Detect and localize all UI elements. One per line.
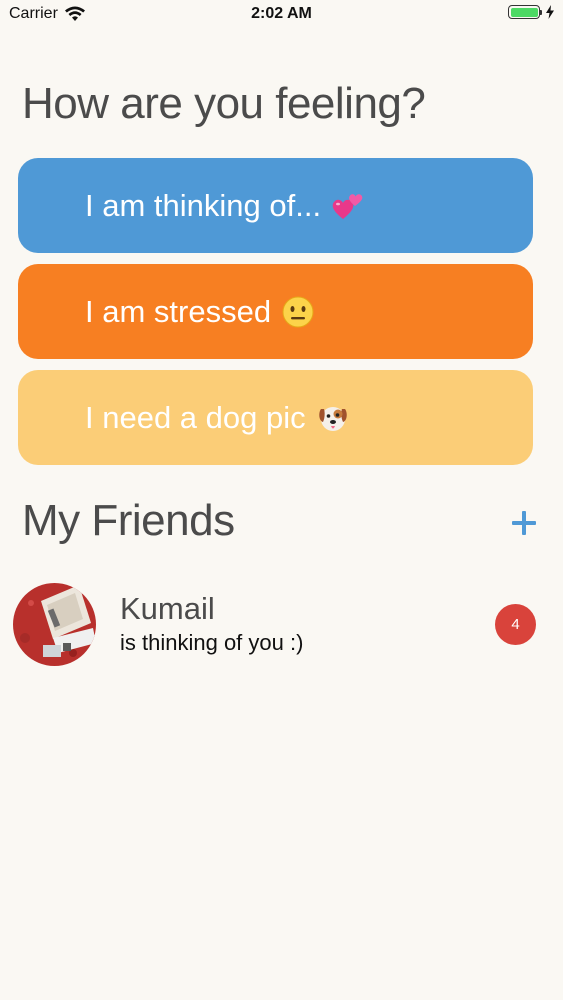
battery-level-fill [510, 7, 538, 17]
two-hearts-icon [332, 193, 363, 219]
friend-list-item[interactable]: Kumail is thinking of you :) 4 [0, 580, 563, 670]
thinking-of-button[interactable]: I am thinking of... [18, 158, 533, 253]
battery-indicator [508, 5, 555, 19]
battery-icon [508, 5, 540, 19]
stressed-button[interactable]: I am stressed [18, 264, 533, 359]
battery-cap [540, 9, 542, 15]
neutral-face-icon [282, 296, 314, 327]
friend-status: is thinking of you :) [120, 630, 304, 655]
dog-pic-label: I need a dog pic [85, 399, 306, 435]
plus-icon[interactable] [509, 508, 539, 538]
stressed-label: I am stressed [85, 293, 272, 329]
dog-face-icon [318, 406, 347, 431]
bolt-icon [546, 5, 554, 19]
friends-heading: My Friends [22, 496, 235, 545]
status-bar: Carrier 2:02 AM [0, 0, 563, 30]
clock: 2:02 AM [251, 5, 312, 22]
avatar [13, 583, 96, 666]
friend-name: Kumail [120, 591, 215, 626]
thinking-of-label: I am thinking of... [85, 187, 322, 223]
notification-badge: 4 [495, 604, 536, 645]
dog-pic-button[interactable]: I need a dog pic [18, 370, 533, 465]
feeling-heading: How are you feeling? [22, 79, 426, 128]
